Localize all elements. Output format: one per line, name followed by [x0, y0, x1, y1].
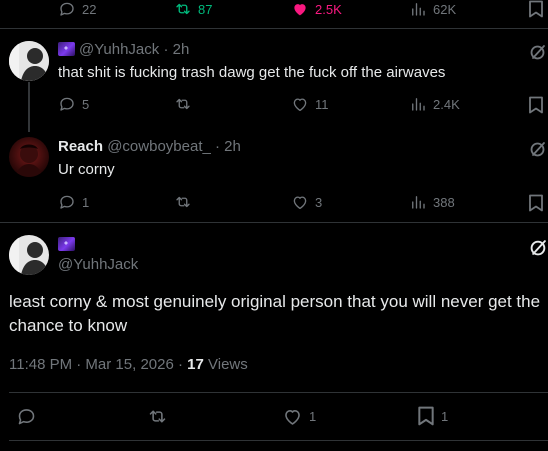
reply2-bookmark-icon[interactable]: [528, 194, 544, 212]
top-like-count: 2.5K: [315, 1, 342, 17]
reply2-repost-button[interactable]: [174, 193, 192, 211]
main-handle-text[interactable]: @YuhhJack: [58, 256, 138, 273]
main-meta: 11:48 PM · Mar 15, 2026 · 17 Views: [9, 356, 248, 373]
reply1-handle[interactable]: @YuhhJack: [79, 41, 159, 58]
top-repost-count: 87: [198, 1, 213, 17]
main-views-count: 17: [187, 356, 204, 373]
main-timestamp[interactable]: 11:48 PM · Mar 15, 2026 ·: [9, 356, 183, 373]
reply1-like-button[interactable]: 11: [291, 95, 329, 113]
thread-line: [28, 82, 30, 132]
reply1-reply-count: 5: [82, 96, 90, 112]
grok-icon[interactable]: [530, 44, 546, 60]
like-icon: [285, 410, 300, 425]
reply2-time[interactable]: · 2h: [215, 138, 241, 155]
main-repost-button[interactable]: [147, 406, 168, 427]
divider: [0, 28, 548, 29]
reply1-name-line: @YuhhJack · 2h: [58, 41, 189, 58]
avatar[interactable]: [9, 235, 49, 275]
reply1-views-button[interactable]: 2.4K: [409, 95, 460, 113]
repost-icon: [176, 196, 190, 208]
reply2-views-count: 388: [433, 194, 455, 210]
avatar[interactable]: [9, 137, 49, 177]
grok-icon[interactable]: [530, 239, 547, 256]
like-icon: [293, 196, 307, 210]
reply2-views-button[interactable]: 388: [409, 193, 455, 211]
reply-icon: [60, 97, 74, 111]
repost-icon: [149, 410, 166, 423]
flag-emoji-icon: [58, 237, 75, 251]
reply2-like-count: 3: [315, 194, 323, 210]
reply2-handle[interactable]: @cowboybeat_: [107, 138, 211, 155]
main-views-label: Views: [208, 356, 248, 373]
divider: [0, 222, 548, 223]
reply-icon: [60, 2, 74, 16]
avatar[interactable]: [9, 41, 49, 81]
reply1-text: that shit is fucking trash dawg get the …: [58, 64, 446, 81]
main-bookmark-count: 1: [441, 408, 449, 424]
top-repost-button[interactable]: 87: [174, 0, 212, 18]
top-reply-count: 22: [82, 1, 97, 17]
top-bookmark-icon[interactable]: [528, 0, 544, 18]
reply2-reply-count: 1: [82, 194, 90, 210]
flag-emoji-icon: [58, 42, 75, 56]
reply1-repost-button[interactable]: [174, 95, 192, 113]
top-reply-button[interactable]: 22: [58, 0, 96, 18]
reply2-display-name[interactable]: Reach: [58, 138, 103, 155]
default-avatar-icon: [9, 41, 49, 81]
main-text-line2: chance to know: [9, 316, 128, 335]
views-icon: [412, 196, 425, 209]
default-avatar-icon: [9, 235, 49, 275]
reply2-text: Ur corny: [58, 161, 115, 178]
main-display-name[interactable]: [58, 236, 79, 253]
repost-icon: [176, 3, 190, 15]
views-icon: [412, 98, 425, 111]
reply1-time[interactable]: · 2h: [163, 41, 189, 58]
top-views-button[interactable]: 62K: [409, 0, 456, 18]
like-icon: [293, 98, 307, 112]
reply1-reply-button[interactable]: 5: [58, 95, 89, 113]
views-icon: [412, 3, 425, 16]
top-views-count: 62K: [433, 1, 457, 17]
main-reply-button[interactable]: [16, 406, 37, 427]
main-text-line1: least corny & most genuinely original pe…: [9, 292, 541, 311]
reply2-reply-button[interactable]: 1: [58, 193, 89, 211]
reply-icon: [60, 195, 74, 209]
reply1-like-count: 11: [315, 96, 329, 112]
top-like-button[interactable]: 2.5K: [291, 0, 342, 18]
main-like-count: 1: [309, 409, 317, 424]
reply2-like-button[interactable]: 3: [291, 193, 322, 211]
reply1-bookmark-icon[interactable]: [528, 96, 544, 114]
main-bookmark-button[interactable]: 1: [417, 406, 448, 426]
repost-icon: [176, 98, 190, 110]
like-icon-filled: [294, 4, 306, 16]
bookmark-icon: [418, 406, 434, 426]
divider: [9, 440, 548, 441]
reply1-views-count: 2.4K: [433, 96, 460, 112]
main-handle[interactable]: @YuhhJack: [58, 256, 138, 273]
reply2-name-line: Reach @cowboybeat_ · 2h: [58, 138, 241, 155]
grok-icon[interactable]: [530, 141, 546, 157]
divider: [9, 392, 548, 393]
reply-icon: [18, 409, 35, 425]
main-like-button[interactable]: 1: [282, 406, 316, 427]
profile-photo: [9, 137, 49, 177]
